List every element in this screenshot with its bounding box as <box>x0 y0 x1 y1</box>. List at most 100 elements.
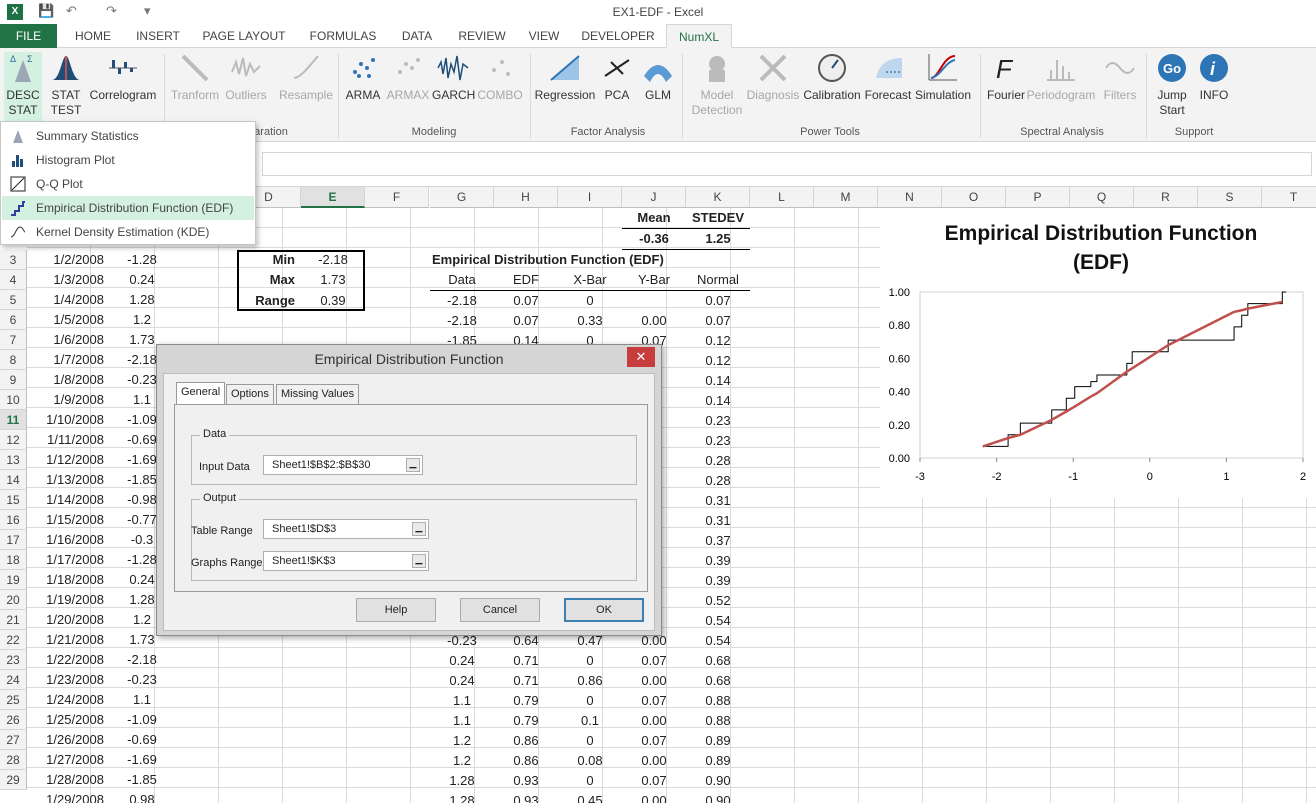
jump-start-button[interactable]: Go Jump Start <box>1152 52 1192 118</box>
help-button[interactable]: Help <box>356 598 436 622</box>
row-header-22[interactable]: 22 <box>0 630 27 650</box>
row-header-29[interactable]: 29 <box>0 770 27 790</box>
column-header-j[interactable]: J <box>622 187 686 208</box>
filters-button[interactable]: Filters <box>1100 52 1140 103</box>
edf-cell[interactable]: 0.93 <box>494 791 558 803</box>
edf-cell[interactable]: 0.28 <box>686 471 750 491</box>
tab-review[interactable]: REVIEW <box>454 24 510 48</box>
menu-item-kde[interactable]: Kernel Density Estimation (KDE) <box>2 220 254 244</box>
edf-cell[interactable]: 1.1 <box>430 711 494 731</box>
column-header-s[interactable]: S <box>1198 187 1262 208</box>
column-header-i[interactable]: I <box>558 187 622 208</box>
edf-cell[interactable]: 0 <box>558 651 622 671</box>
row-header-10[interactable]: 10 <box>0 390 27 410</box>
date-cell[interactable]: 1/14/2008 <box>28 490 110 510</box>
info-button[interactable]: i INFO <box>1194 52 1234 103</box>
edf-cell[interactable]: 0.54 <box>686 631 750 651</box>
edf-cell[interactable]: 0.28 <box>686 451 750 471</box>
value-cell[interactable]: -1.69 <box>110 750 174 770</box>
edf-cell[interactable]: 0.90 <box>686 791 750 803</box>
input-data-field[interactable]: Sheet1!$B$2:$B$30 ▁ <box>263 455 423 475</box>
ok-button[interactable]: OK <box>564 598 644 622</box>
edf-cell[interactable]: 0.39 <box>686 551 750 571</box>
date-cell[interactable]: 1/15/2008 <box>28 510 110 530</box>
edf-cell[interactable]: 0.79 <box>494 691 558 711</box>
column-header-o[interactable]: O <box>942 187 1006 208</box>
value-cell[interactable]: -2.18 <box>110 650 174 670</box>
fourier-button[interactable]: F Fourier <box>984 52 1028 103</box>
edf-cell[interactable]: 0.07 <box>622 771 686 791</box>
row-header-12[interactable]: 12 <box>0 430 27 450</box>
row-header-26[interactable]: 26 <box>0 710 27 730</box>
tab-home[interactable]: HOME <box>66 24 120 48</box>
edf-header-cell[interactable]: EDF <box>494 270 558 290</box>
tab-options[interactable]: Options <box>226 384 274 404</box>
edf-cell[interactable]: 0.08 <box>558 751 622 771</box>
column-header-t[interactable]: T <box>1262 187 1316 208</box>
correlogram-button[interactable]: Correlogram <box>88 52 158 103</box>
edf-cell[interactable]: 0.86 <box>494 751 558 771</box>
date-cell[interactable]: 1/25/2008 <box>28 710 110 730</box>
date-cell[interactable]: 1/5/2008 <box>28 310 110 330</box>
edf-cell[interactable]: 0.00 <box>622 751 686 771</box>
edf-cell[interactable]: 0.07 <box>494 291 558 311</box>
edf-cell[interactable]: 1.1 <box>430 691 494 711</box>
edf-cell[interactable]: 0.86 <box>494 731 558 751</box>
date-cell[interactable]: 1/8/2008 <box>28 370 110 390</box>
date-cell[interactable]: 1/29/2008 <box>28 790 110 803</box>
column-header-q[interactable]: Q <box>1070 187 1134 208</box>
row-header-20[interactable]: 20 <box>0 590 27 610</box>
date-cell[interactable]: 1/11/2008 <box>28 430 110 450</box>
value-cell[interactable]: 1.2 <box>110 310 174 330</box>
date-cell[interactable]: 1/26/2008 <box>28 730 110 750</box>
edf-cell[interactable]: 0.68 <box>686 651 750 671</box>
resample-button[interactable]: Resample <box>278 52 334 103</box>
value-cell[interactable]: 1.28 <box>110 290 174 310</box>
edf-cell[interactable]: 0.07 <box>686 291 750 311</box>
row-header-13[interactable]: 13 <box>0 450 27 470</box>
edf-cell[interactable]: 0.45 <box>558 791 622 803</box>
regression-button[interactable]: Regression <box>534 52 596 103</box>
row-header-3[interactable]: 3 <box>0 250 27 270</box>
column-header-f[interactable]: F <box>365 187 429 208</box>
edf-header-cell[interactable]: Normal <box>686 270 750 290</box>
row-header-4[interactable]: 4 <box>0 270 27 290</box>
column-header-l[interactable]: L <box>750 187 814 208</box>
menu-item-summary-statistics[interactable]: Summary Statistics <box>2 124 254 148</box>
row-header-17[interactable]: 17 <box>0 530 27 550</box>
value-cell[interactable]: -1.85 <box>110 770 174 790</box>
edf-cell[interactable]: 0.07 <box>622 651 686 671</box>
edf-cell[interactable]: 0.88 <box>686 711 750 731</box>
edf-cell[interactable]: 0.00 <box>622 711 686 731</box>
edf-cell[interactable]: 0.14 <box>686 391 750 411</box>
tab-formulas[interactable]: FORMULAS <box>304 24 382 48</box>
outliers-button[interactable]: Outliers <box>224 52 268 103</box>
date-cell[interactable]: 1/17/2008 <box>28 550 110 570</box>
edf-cell[interactable]: 0.07 <box>494 311 558 331</box>
column-header-h[interactable]: H <box>494 187 558 208</box>
desc-stat-button[interactable]: ΔΣ DESC STAT <box>4 52 42 124</box>
cancel-button[interactable]: Cancel <box>460 598 540 622</box>
arma-button[interactable]: ARMA <box>344 52 382 103</box>
edf-cell[interactable]: 0.88 <box>686 691 750 711</box>
row-header-11[interactable]: 11 <box>0 410 27 430</box>
row-header-21[interactable]: 21 <box>0 610 27 630</box>
edf-cell[interactable]: 0.00 <box>622 311 686 331</box>
value-cell[interactable]: -0.23 <box>110 670 174 690</box>
row-header-5[interactable]: 5 <box>0 290 27 310</box>
row-header-23[interactable]: 23 <box>0 650 27 670</box>
tab-view[interactable]: VIEW <box>524 24 564 48</box>
menu-item-histogram-plot[interactable]: Histogram Plot <box>2 148 254 172</box>
edf-cell[interactable]: 0.90 <box>686 771 750 791</box>
column-header-p[interactable]: P <box>1006 187 1070 208</box>
tab-insert[interactable]: INSERT <box>132 24 184 48</box>
row-header-28[interactable]: 28 <box>0 750 27 770</box>
edf-cell[interactable]: 0.86 <box>558 671 622 691</box>
edf-cell[interactable]: 0.24 <box>430 651 494 671</box>
edf-cell[interactable]: 0.31 <box>686 511 750 531</box>
tab-missing-values[interactable]: Missing Values <box>276 384 360 404</box>
row-header-18[interactable]: 18 <box>0 550 27 570</box>
date-cell[interactable]: 1/2/2008 <box>28 250 110 270</box>
tab-data[interactable]: DATA <box>396 24 438 48</box>
edf-cell[interactable]: 0.14 <box>686 371 750 391</box>
